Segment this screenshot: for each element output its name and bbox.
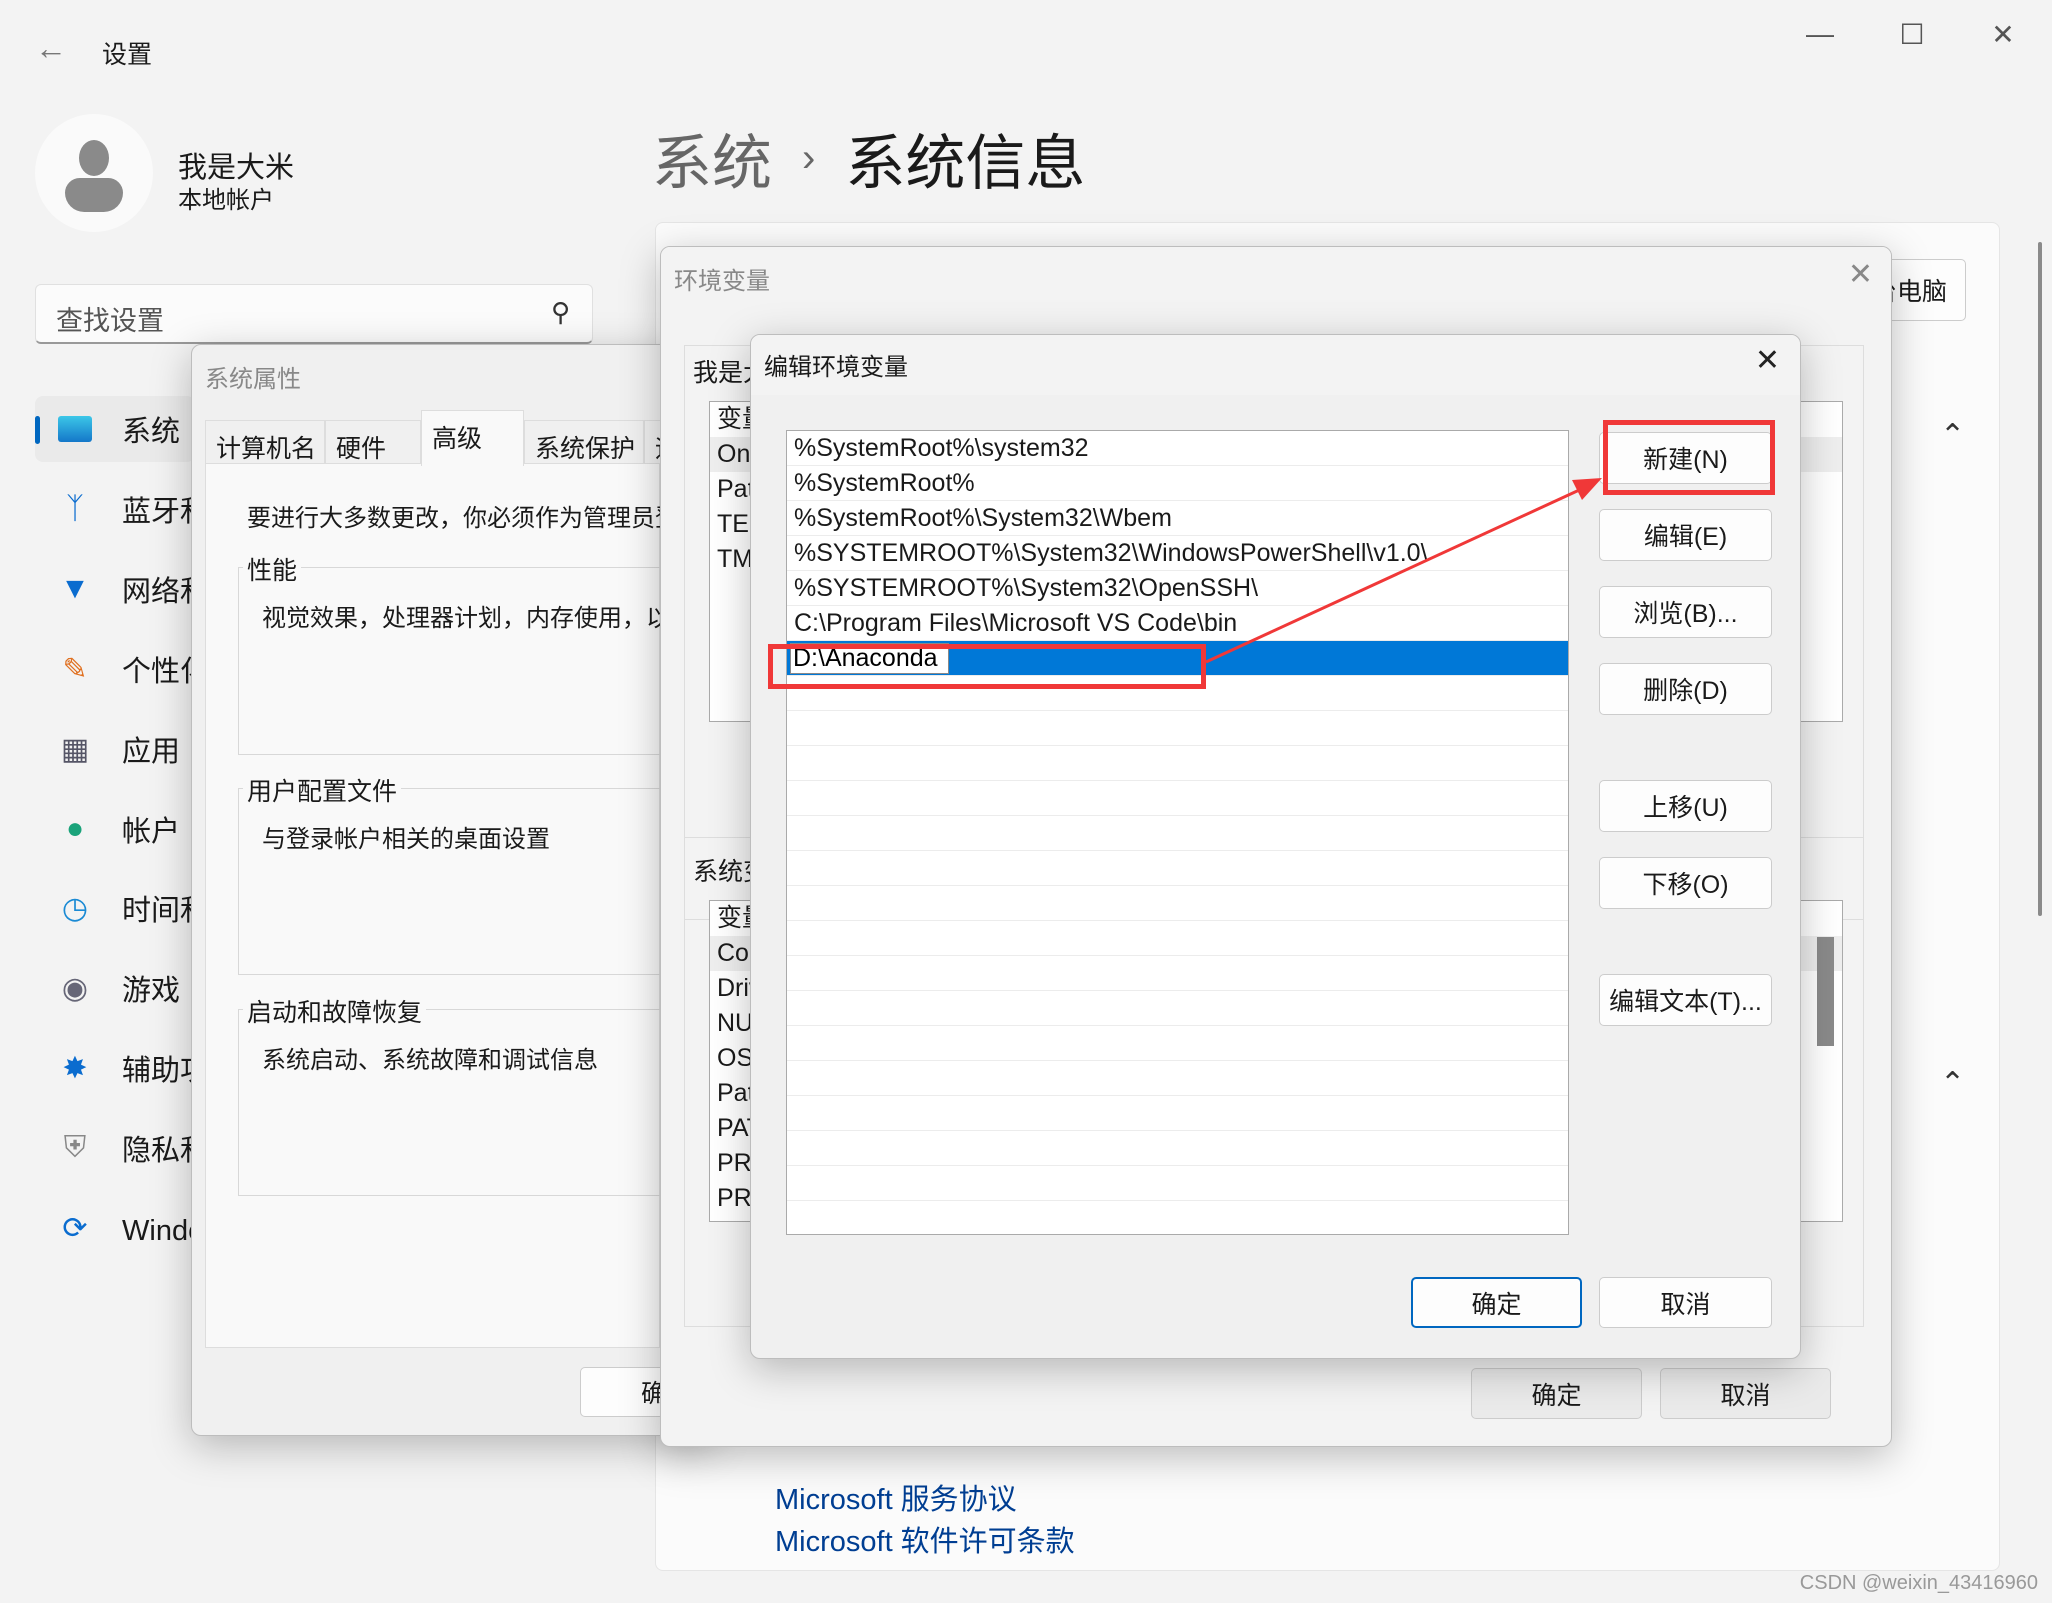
annotation-arrow xyxy=(1205,478,1602,664)
watermark: CSDN @weixin_43416960 xyxy=(1799,1572,2038,1594)
tab[interactable]: 高级 xyxy=(421,410,524,466)
